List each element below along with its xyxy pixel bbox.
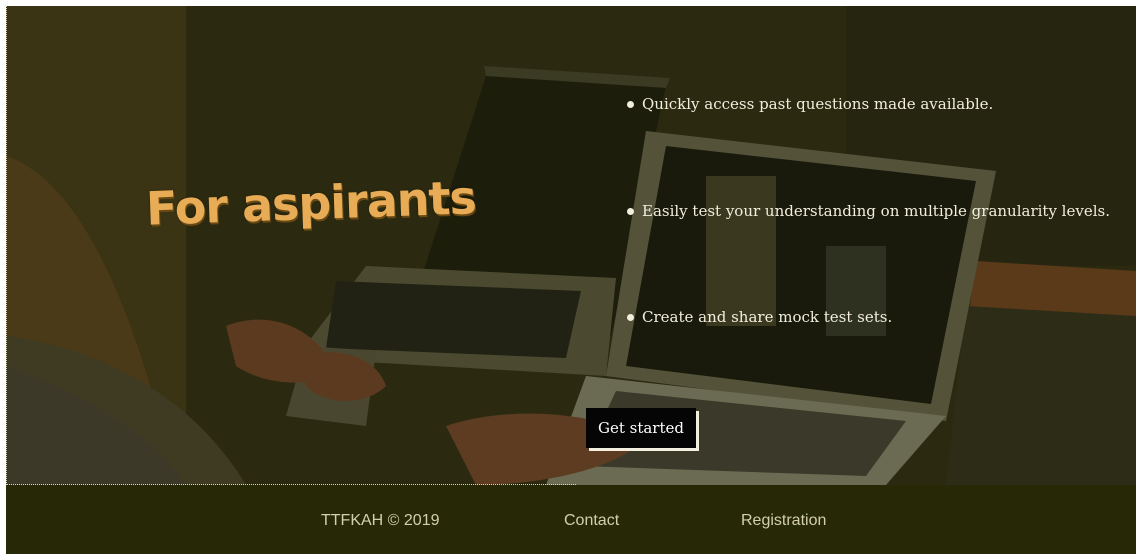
section-divider-left	[6, 6, 7, 485]
feature-item: Easily test your understanding on multip…	[626, 201, 1110, 308]
feature-list: Quickly access past questions made avail…	[626, 94, 1110, 414]
registration-link[interactable]: Registration	[741, 512, 826, 530]
feature-item: Quickly access past questions made avail…	[626, 94, 1110, 201]
copyright-text: TTFKAH © 2019	[321, 512, 440, 529]
site-footer: TTFKAH © 2019 Contact Registration	[6, 485, 1136, 554]
landing-page: For aspirants Quickly access past questi…	[0, 0, 1136, 554]
get-started-button[interactable]: Get started	[586, 408, 696, 448]
contact-link[interactable]: Contact	[564, 512, 619, 530]
hero-headline: For aspirants	[145, 170, 477, 236]
feature-item: Create and share mock test sets.	[626, 307, 1110, 414]
hero-section: For aspirants Quickly access past questi…	[6, 6, 1136, 485]
